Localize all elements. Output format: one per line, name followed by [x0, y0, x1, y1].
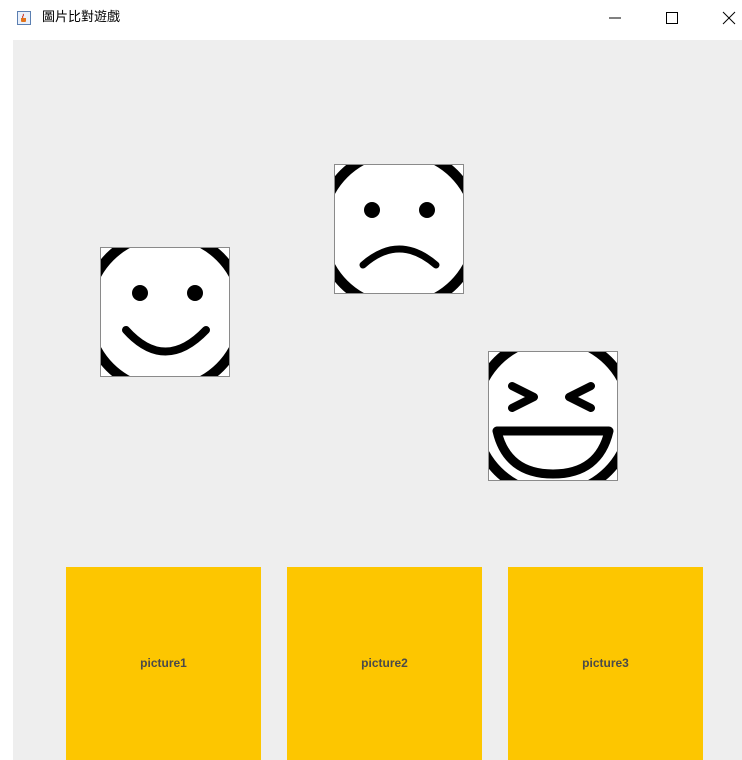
- java-coffee-cup-icon: [17, 11, 31, 25]
- smile-face-icon: [101, 248, 229, 376]
- close-button[interactable]: [707, 0, 742, 36]
- window-title: 圖片比對遊戲: [42, 10, 121, 25]
- laughing-face[interactable]: [488, 351, 618, 481]
- minimize-button[interactable]: [593, 0, 639, 36]
- picture-card-1[interactable]: picture1: [66, 567, 261, 760]
- picture-card-label: picture3: [582, 656, 629, 670]
- game-panel: picture1 picture2 picture3: [13, 40, 742, 760]
- minimize-icon: [609, 17, 621, 19]
- picture-card-3[interactable]: picture3: [508, 567, 703, 760]
- laughing-face-icon: [489, 352, 617, 480]
- close-icon: [722, 11, 736, 25]
- window-titlebar: 圖片比對遊戲: [0, 0, 742, 40]
- sad-face-icon: [335, 165, 463, 293]
- picture-card-label: picture2: [361, 656, 408, 670]
- sad-face[interactable]: [334, 164, 464, 294]
- picture-card-2[interactable]: picture2: [287, 567, 482, 760]
- maximize-button[interactable]: [650, 0, 696, 36]
- maximize-icon: [666, 12, 678, 24]
- picture-card-label: picture1: [140, 656, 187, 670]
- smiling-face[interactable]: [100, 247, 230, 377]
